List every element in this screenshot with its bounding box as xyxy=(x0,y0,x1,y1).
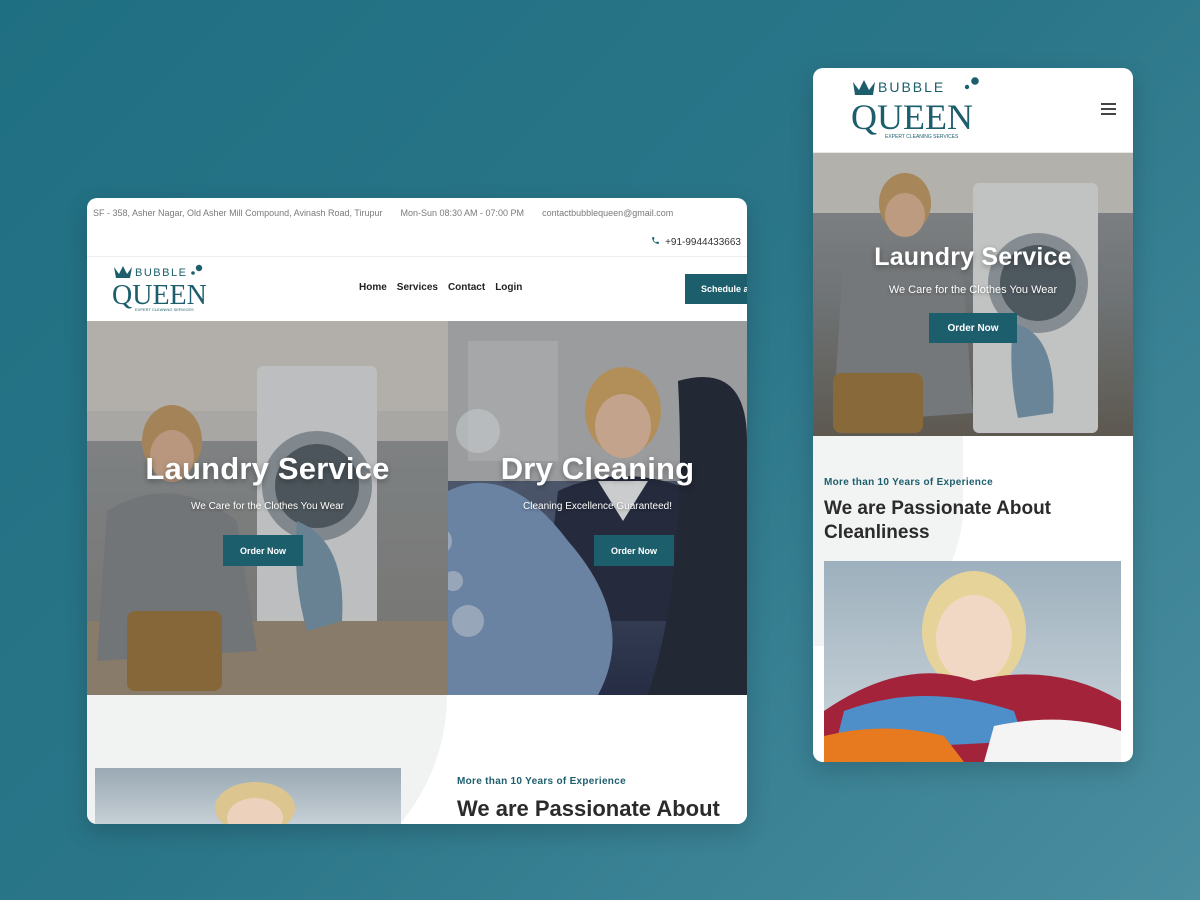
phone-icon xyxy=(651,236,660,248)
main-navigation: BUBBLE QUEEN EXPERT CLEANING SERVICES Ho… xyxy=(87,257,747,320)
about-heading: We are Passionate About xyxy=(457,796,720,821)
bubble-queen-logo[interactable]: BUBBLE QUEEN EXPERT CLEANING SERVICES xyxy=(851,74,981,145)
mobile-about-heading: We are Passionate About Cleanliness xyxy=(824,498,1052,543)
mobile-hero-title: Laundry Service xyxy=(874,243,1072,271)
nav-item-contact[interactable]: Contact xyxy=(448,282,485,293)
mobile-header: BUBBLE QUEEN EXPERT CLEANING SERVICES xyxy=(813,68,1133,153)
svg-text:EXPERT CLEANING SERVICES: EXPERT CLEANING SERVICES xyxy=(135,307,194,312)
phone-row: +91-9944433663 xyxy=(87,228,747,257)
hero-subtitle-dry-cleaning: Cleaning Excellence Guaranteed! xyxy=(523,501,672,512)
mobile-hero: Laundry Service We Care for the Clothes … xyxy=(813,153,1133,436)
bubble-queen-logo[interactable]: BUBBLE QUEEN EXPERT CLEANING SERVICES xyxy=(111,261,211,318)
email-link[interactable]: contactbubblequeen@gmail.com xyxy=(542,208,673,218)
hero-slide-dry-cleaning: Dry Cleaning Cleaning Excellence Guarant… xyxy=(448,321,747,695)
nav-item-login[interactable]: Login xyxy=(495,282,522,293)
svg-text:BUBBLE: BUBBLE xyxy=(135,267,187,279)
hero-title-dry-cleaning: Dry Cleaning xyxy=(500,451,695,486)
nav-menu: Home Services Contact Login xyxy=(359,282,522,293)
mobile-hero-subtitle: We Care for the Clothes You Wear xyxy=(888,284,1058,296)
order-now-button-laundry[interactable]: Order Now xyxy=(223,535,303,566)
desktop-mockup: SF - 358, Asher Nagar, Old Asher Mill Co… xyxy=(87,198,747,824)
hero-title-laundry: Laundry Service xyxy=(145,451,390,486)
nav-item-services[interactable]: Services xyxy=(397,282,438,293)
order-now-button-dry-cleaning[interactable]: Order Now xyxy=(594,535,674,566)
schedule-button[interactable]: Schedule a xyxy=(685,274,747,304)
about-kicker: More than 10 Years of Experience xyxy=(457,776,626,787)
mobile-about-kicker: More than 10 Years of Experience xyxy=(824,477,993,488)
mobile-about-section: More than 10 Years of Experience We are … xyxy=(813,436,1133,762)
mobile-order-now-button[interactable]: Order Now xyxy=(929,313,1017,343)
address-text: SF - 358, Asher Nagar, Old Asher Mill Co… xyxy=(93,208,383,218)
mobile-mockup: BUBBLE QUEEN EXPERT CLEANING SERVICES La… xyxy=(813,68,1133,762)
svg-text:EXPERT CLEANING SERVICES: EXPERT CLEANING SERVICES xyxy=(885,134,959,140)
about-photo xyxy=(95,768,401,824)
top-info-bar: SF - 358, Asher Nagar, Old Asher Mill Co… xyxy=(87,198,747,228)
hero-slider: Laundry Service We Care for the Clothes … xyxy=(87,321,747,695)
svg-text:QUEEN: QUEEN xyxy=(851,97,973,137)
nav-item-home[interactable]: Home xyxy=(359,282,387,293)
svg-text:BUBBLE: BUBBLE xyxy=(878,79,945,95)
hamburger-icon[interactable] xyxy=(1101,103,1116,115)
hero-subtitle-laundry: We Care for the Clothes You Wear xyxy=(190,501,345,512)
hours-text: Mon-Sun 08:30 AM - 07:00 PM xyxy=(400,208,525,218)
mobile-about-photo xyxy=(824,561,1121,762)
hero-slide-laundry: Laundry Service We Care for the Clothes … xyxy=(87,321,448,695)
phone-number[interactable]: +91-9944433663 xyxy=(665,237,741,248)
about-section: More than 10 Years of Experience We are … xyxy=(87,695,747,824)
